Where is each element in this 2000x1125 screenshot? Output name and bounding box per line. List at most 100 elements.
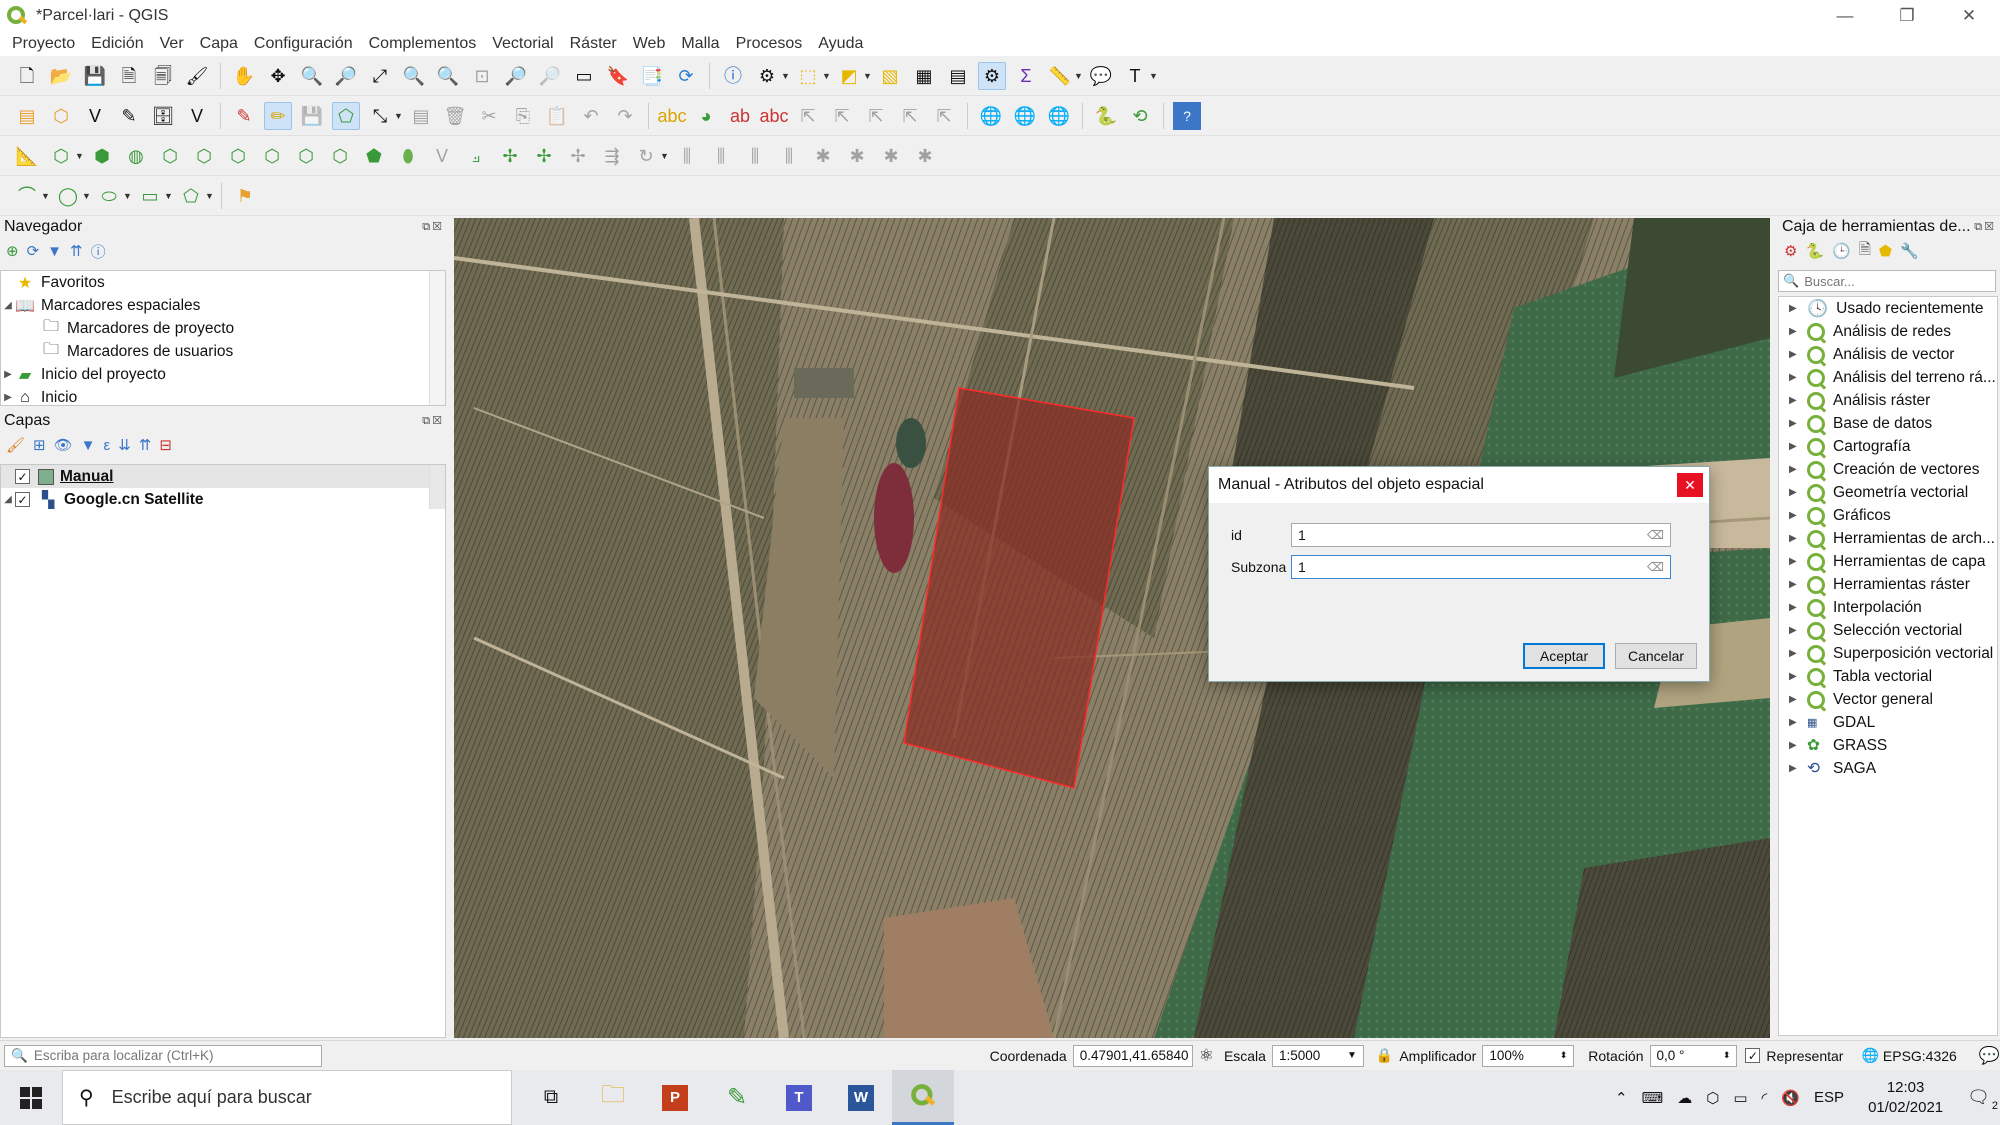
messages-icon[interactable]: 💬 [1979,1046,2000,1066]
collapse-all-icon[interactable]: ⇈ [70,242,83,260]
python-console-icon[interactable]: 🐍 [1092,102,1120,130]
navigator-scrollbar[interactable] [429,271,445,405]
task-view-icon[interactable]: ⧉ [520,1070,582,1125]
new-map-view-icon[interactable]: ▭ [570,62,598,90]
clear-field-icon[interactable]: ⌫ [1647,528,1664,542]
manage-theme-icon[interactable]: 👁 [54,436,73,454]
menu-capa[interactable]: Capa [192,35,246,53]
menu-complementos[interactable]: Complementos [361,35,485,53]
wfs-icon[interactable]: 🌐 [1045,102,1073,130]
processing-toolbox-icon[interactable]: ⚙ [978,61,1006,90]
rotate-label-icon[interactable]: ⇱ [896,102,924,130]
redo-icon[interactable]: ↷ [611,102,639,130]
add-polygon-icon[interactable]: ⬠ [332,101,360,130]
meet-now-icon[interactable]: ⌨ [1642,1089,1664,1107]
offset-point-icon[interactable]: ⇶ [598,142,626,170]
circle-icon[interactable]: ✱ [911,142,939,170]
toolbox-item-saga[interactable]: ▶ ⟲ SAGA [1779,757,1997,780]
lock-scale-icon[interactable]: 🔒 [1376,1047,1393,1064]
pan-icon[interactable]: ✋ [230,62,258,90]
current-edits-icon[interactable]: ✎ [230,102,258,130]
zoom-full-icon[interactable]: ⤢ [366,62,394,90]
id-input[interactable]: 1 ⌫ [1291,523,1671,547]
toolbox-item[interactable]: ▶ Superposición vectorial [1779,642,1997,665]
toolbox-item[interactable]: ▶ Herramientas ráster [1779,573,1997,596]
collapse-arrow-icon[interactable]: ◢ [1,494,15,505]
add-ellipse-icon[interactable]: ⬭ [95,182,123,210]
statistics-icon[interactable]: Σ [1012,62,1040,90]
add-circular-string-icon[interactable]: ⌒ [13,182,41,210]
clear-field-icon[interactable]: ⌫ [1647,560,1664,574]
toggle-extents-icon[interactable]: ⚛ [1199,1046,1214,1066]
add-selected-icon[interactable]: ⊕ [6,242,19,260]
save-project-icon[interactable]: 💾 [81,62,109,90]
attribute-table-icon[interactable]: ▦ [910,62,938,90]
select-features-icon[interactable]: ⬚ [794,62,822,90]
delete-part-icon[interactable]: ⬡ [190,142,218,170]
toolbox-item[interactable]: ▶ Geometría vectorial [1779,481,1997,504]
map-tips-icon[interactable]: 💬 [1087,62,1115,90]
layer-row-manual[interactable]: ✓ Manual [1,465,445,488]
plugin-tool-icon[interactable]: ⚑ [231,182,259,210]
cut-features-icon[interactable]: ✂ [475,102,503,130]
minimize-button[interactable]: — [1814,0,1876,32]
toolbox-item[interactable]: ▶ Gráficos [1779,504,1997,527]
zoom-in-icon[interactable]: 🔍 [298,62,326,90]
new-bookmark-icon[interactable]: 🔖 [604,62,632,90]
change-label-icon[interactable]: ⇱ [930,102,958,130]
scale-feature-icon[interactable]: ✢ [564,142,592,170]
models-icon[interactable]: ⚙ [1784,242,1797,260]
align-right-icon[interactable]: ⫼ [741,142,769,170]
curve-icon[interactable]: ✱ [877,142,905,170]
enable-snapping-icon[interactable]: 📐 [13,142,41,170]
battery-icon[interactable]: ▭ [1733,1089,1747,1107]
menu-edicion[interactable]: Edición [83,35,151,53]
tree-row-inicio[interactable]: ▶ ⌂ Inicio [1,386,445,406]
trace-icon[interactable]: ✱ [843,142,871,170]
history-icon[interactable]: 🕒 [1832,242,1851,260]
print-layout-icon[interactable]: 🗎 [115,62,143,90]
show-bookmarks-icon[interactable]: 📑 [638,62,666,90]
add-virtual-layer-icon[interactable]: V [183,102,211,130]
menu-procesos[interactable]: Procesos [728,35,811,53]
tree-row-marcadores-proyecto[interactable]: 🗀 Marcadores de proyecto [1,317,445,340]
metasearch-icon[interactable]: 🌐 [977,102,1005,130]
layout-manager-icon[interactable]: 🗐 [149,62,177,90]
menu-proyecto[interactable]: Proyecto [4,35,83,53]
qgis-taskbar-icon[interactable] [892,1070,954,1125]
crs-label[interactable]: EPSG:4326 [1883,1048,1957,1064]
collapse-all-icon[interactable]: ⇈ [139,436,152,454]
zoom-native-icon[interactable]: ⊡ [468,62,496,90]
text-annotation-icon[interactable]: T [1121,62,1149,90]
edit-features-in-place-icon[interactable]: ⬟ [1879,242,1892,260]
results-viewer-icon[interactable]: 🗎 [1859,239,1871,264]
tree-row-inicio-proyecto[interactable]: ▶ ▰ Inicio del proyecto [1,363,445,386]
show-hidden-icons-icon[interactable]: ⌃ [1615,1089,1628,1107]
rotation-spinbox[interactable]: 0,0 ° ⬍ [1649,1044,1738,1067]
menu-raster[interactable]: Ráster [562,35,625,53]
add-delimited-text-icon[interactable]: ✎ [115,102,143,130]
options-icon[interactable]: 🔧 [1900,242,1919,260]
panel-float-close-icon[interactable]: ⧉☒ [422,414,444,428]
show-hide-labels-icon[interactable]: ⇱ [828,102,856,130]
editor-app-icon[interactable]: ✎ [706,1070,768,1125]
undo-icon[interactable]: ↶ [577,102,605,130]
expand-arrow-icon[interactable]: ▶ [1,369,15,380]
subzona-input[interactable]: 1 ⌫ [1291,555,1671,579]
reshape-features-icon[interactable]: ⬡ [224,142,252,170]
toolbox-item[interactable]: ▶ Vector general [1779,688,1997,711]
menu-configuracion[interactable]: Configuración [246,35,361,53]
redo-alt-icon[interactable]: ↻ [632,142,660,170]
new-project-icon[interactable]: 🗋 [13,62,41,90]
menu-ver[interactable]: Ver [152,35,192,53]
simplify-icon[interactable]: ⟓ [462,142,490,170]
toggle-editing-icon[interactable]: ✏ [264,101,292,130]
toolbox-item[interactable]: ▶ Tabla vectorial [1779,665,1997,688]
magnifier-spinbox[interactable]: 100% ⬍ [1482,1044,1575,1067]
toolbox-item[interactable]: ▶ Herramientas de arch... [1779,527,1997,550]
toolbox-item[interactable]: ▶ Análisis ráster [1779,389,1997,412]
refresh-icon[interactable]: ⟳ [672,62,700,90]
add-regular-polygon-icon[interactable]: ⬠ [177,182,205,210]
zoom-layer-icon[interactable]: 🔍 [434,62,462,90]
actions-icon[interactable]: ⚙ [753,62,781,90]
